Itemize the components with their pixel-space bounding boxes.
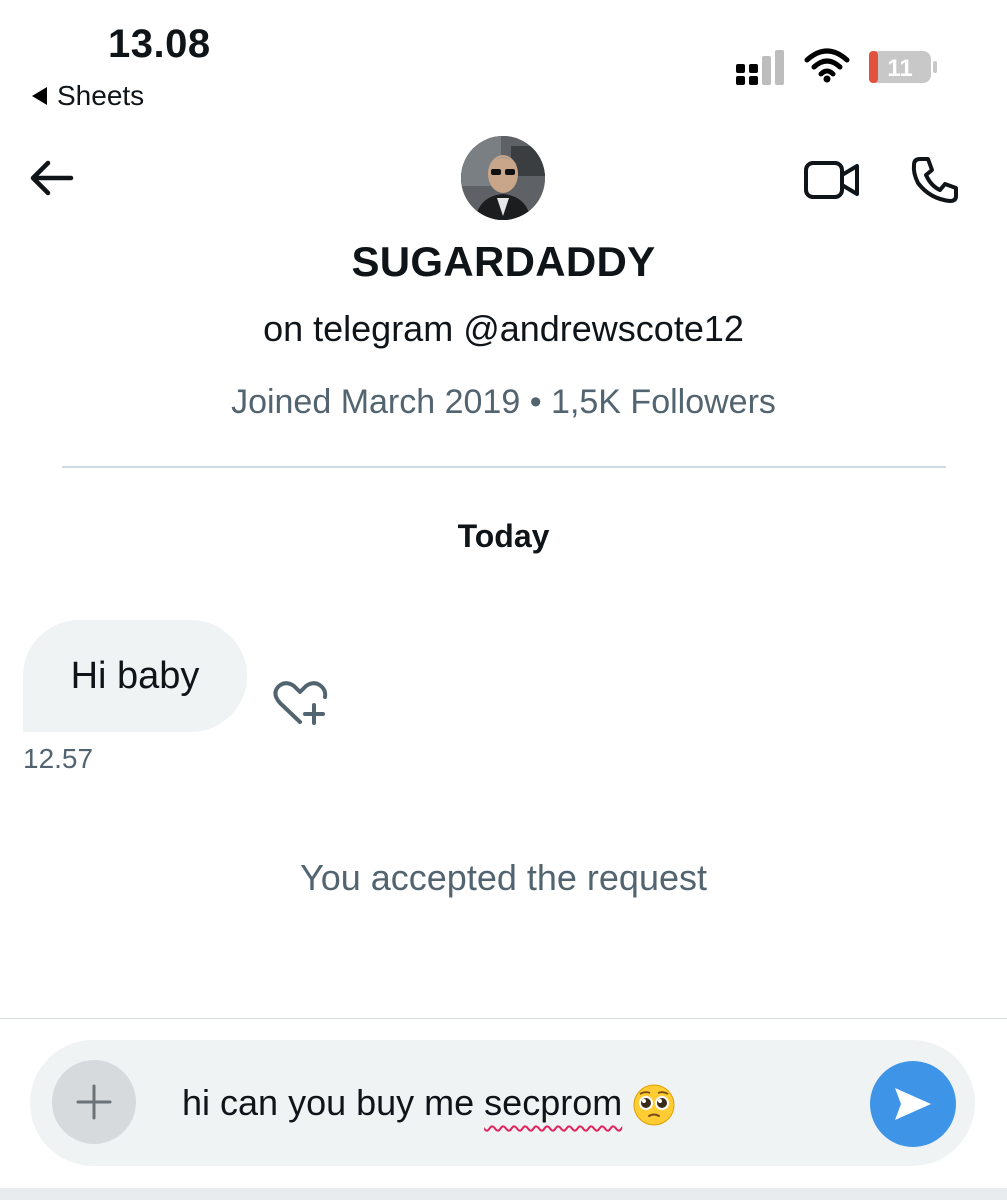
message-timestamp: 12.57 xyxy=(23,743,94,774)
battery-icon: 11 xyxy=(869,51,937,83)
profile-meta: Joined March 2019 • 1,5K Followers xyxy=(231,383,776,421)
plus-icon xyxy=(76,1084,112,1120)
bottom-strip xyxy=(0,1188,1007,1200)
day-separator: Today xyxy=(457,518,550,554)
divider xyxy=(62,466,946,468)
send-arrow-icon xyxy=(895,1088,931,1120)
composer-divider xyxy=(0,1018,1007,1019)
back-arrow-icon[interactable] xyxy=(28,158,74,198)
profile-name: SUGARDADDY xyxy=(351,238,656,285)
battery-indicator: 11 xyxy=(868,50,940,84)
status-time: 13.08 xyxy=(108,22,211,66)
avatar[interactable] xyxy=(461,136,545,220)
add-media-button[interactable] xyxy=(52,1060,136,1144)
send-button[interactable] xyxy=(870,1061,956,1147)
cellular-signal-icon xyxy=(736,50,784,85)
add-reaction-heart-icon[interactable] xyxy=(270,678,330,728)
back-triangle-icon xyxy=(32,87,47,105)
back-app-label: Sheets xyxy=(57,80,145,111)
battery-level: 11 xyxy=(887,55,912,82)
message-input[interactable]: hi can you buy me secprom xyxy=(182,1082,676,1127)
message-bubble[interactable]: Hi baby xyxy=(23,620,247,732)
profile-photo xyxy=(461,136,545,220)
message-text: Hi baby xyxy=(70,654,200,697)
message-input-text: hi can you buy me xyxy=(182,1082,485,1123)
back-to-app[interactable]: Sheets xyxy=(32,80,144,112)
pleading-face-emoji-icon xyxy=(633,1084,675,1126)
misspelled-word: secprom xyxy=(484,1082,623,1123)
video-call-icon[interactable] xyxy=(803,158,861,202)
wifi-icon xyxy=(804,48,850,83)
phone-call-icon[interactable] xyxy=(910,155,960,205)
request-accepted-note: You accepted the request xyxy=(300,857,707,898)
profile-bio: on telegram @andrewscote12 xyxy=(263,308,744,349)
